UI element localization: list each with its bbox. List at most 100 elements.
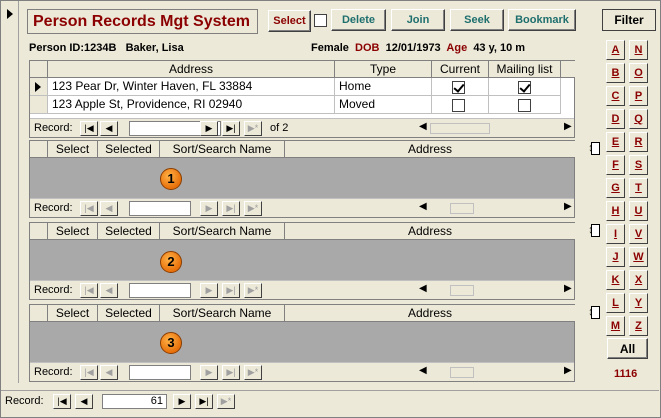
column-header-selected[interactable]: Selected	[98, 223, 160, 240]
scroll-left-icon[interactable]: ◀	[419, 201, 427, 212]
sort-toggle-3[interactable]: ↕	[582, 305, 600, 321]
letter-button-g[interactable]: G	[606, 178, 625, 198]
prev-record-button[interactable]: ◀	[75, 394, 93, 409]
letter-button-l[interactable]: L	[606, 293, 625, 313]
record-number-input[interactable]	[129, 365, 191, 380]
record-number-input[interactable]	[129, 201, 191, 216]
column-header-current[interactable]: Current	[432, 61, 489, 78]
last-record-button[interactable]: ▶|	[195, 394, 213, 409]
letter-button-d[interactable]: D	[606, 109, 625, 129]
letter-button-s[interactable]: S	[629, 155, 648, 175]
address-cell[interactable]: 123 Apple St, Providence, RI 02940	[48, 96, 335, 114]
all-letters-button[interactable]: All	[607, 338, 648, 359]
scroll-left-icon[interactable]: ◀	[419, 365, 427, 376]
letter-button-w[interactable]: W	[629, 247, 648, 267]
sort-toggle-2[interactable]: ↕	[582, 223, 600, 239]
row-selector[interactable]	[30, 96, 48, 114]
prev-record-button[interactable]: ◀	[100, 365, 118, 380]
scroll-right-icon[interactable]: ▶	[564, 283, 572, 294]
column-header-mailing-list[interactable]: Mailing list	[489, 61, 561, 78]
type-cell[interactable]: Home	[335, 78, 432, 96]
letter-button-r[interactable]: R	[629, 132, 648, 152]
letter-button-p[interactable]: P	[629, 86, 648, 106]
prev-record-button[interactable]: ◀	[100, 201, 118, 216]
horizontal-scrollbar[interactable]	[430, 123, 490, 134]
row-selector[interactable]	[30, 78, 48, 96]
mailing-list-checkbox[interactable]	[518, 81, 531, 94]
column-header-select[interactable]: Select	[48, 305, 98, 322]
last-record-button[interactable]: ▶|	[222, 201, 240, 216]
scroll-right-icon[interactable]: ▶	[564, 121, 572, 132]
column-header-selected[interactable]: Selected	[98, 141, 160, 158]
horizontal-scrollbar[interactable]	[450, 203, 474, 214]
sort-toggle-1[interactable]: ↕	[582, 141, 600, 157]
column-header-type[interactable]: Type	[335, 61, 432, 78]
column-header-address[interactable]: Address	[285, 305, 575, 322]
letter-button-i[interactable]: I	[606, 224, 625, 244]
current-checkbox[interactable]	[452, 81, 465, 94]
first-record-button[interactable]: |◀	[80, 121, 98, 136]
letter-button-t[interactable]: T	[629, 178, 648, 198]
letter-button-k[interactable]: K	[606, 270, 625, 290]
record-number-input[interactable]: 61	[102, 394, 167, 409]
first-record-button[interactable]: |◀	[80, 201, 98, 216]
new-record-button[interactable]: ▶*	[244, 201, 262, 216]
letter-button-v[interactable]: V	[629, 224, 648, 244]
record-number-input[interactable]	[129, 283, 191, 298]
letter-button-j[interactable]: J	[606, 247, 625, 267]
seek-button[interactable]: Seek	[450, 9, 504, 31]
scroll-right-icon[interactable]: ▶	[564, 201, 572, 212]
address-cell[interactable]: 123 Pear Dr, Winter Haven, FL 33884	[48, 78, 335, 96]
first-record-button[interactable]: |◀	[80, 365, 98, 380]
column-header-select[interactable]: Select	[48, 141, 98, 158]
scroll-right-icon[interactable]: ▶	[564, 365, 572, 376]
column-header-select[interactable]: Select	[48, 223, 98, 240]
letter-button-z[interactable]: Z	[629, 316, 648, 336]
new-record-button[interactable]: ▶*	[217, 394, 235, 409]
first-record-button[interactable]: |◀	[53, 394, 71, 409]
column-header-address[interactable]: Address	[285, 141, 575, 158]
letter-button-c[interactable]: C	[606, 86, 625, 106]
mailing-list-checkbox[interactable]	[518, 99, 531, 112]
letter-button-m[interactable]: M	[606, 316, 625, 336]
letter-button-e[interactable]: E	[606, 132, 625, 152]
letter-button-b[interactable]: B	[606, 63, 625, 83]
prev-record-button[interactable]: ◀	[100, 283, 118, 298]
column-header-address[interactable]: Address	[285, 223, 575, 240]
next-record-button[interactable]: ▶	[200, 365, 218, 380]
letter-button-q[interactable]: Q	[629, 109, 648, 129]
bookmark-button[interactable]: Bookmark	[508, 9, 576, 31]
current-checkbox[interactable]	[452, 99, 465, 112]
new-record-button[interactable]: ▶*	[244, 365, 262, 380]
column-header-selected[interactable]: Selected	[98, 305, 160, 322]
horizontal-scrollbar[interactable]	[450, 367, 474, 378]
letter-button-a[interactable]: A	[606, 40, 625, 60]
first-record-button[interactable]: |◀	[80, 283, 98, 298]
type-cell[interactable]: Moved	[335, 96, 432, 114]
column-header-address[interactable]: Address	[48, 61, 335, 78]
join-button[interactable]: Join	[391, 9, 445, 31]
select-checkbox[interactable]	[314, 14, 327, 27]
next-record-button[interactable]: ▶	[200, 201, 218, 216]
last-record-button[interactable]: ▶|	[222, 283, 240, 298]
filter-button[interactable]: Filter	[602, 9, 656, 31]
next-record-button[interactable]: ▶	[173, 394, 191, 409]
column-header-sort-search-name[interactable]: Sort/Search Name	[160, 223, 285, 240]
letter-button-o[interactable]: O	[629, 63, 648, 83]
horizontal-scrollbar[interactable]	[450, 285, 474, 296]
letter-button-f[interactable]: F	[606, 155, 625, 175]
letter-button-x[interactable]: X	[629, 270, 648, 290]
next-record-button[interactable]: ▶	[200, 121, 218, 136]
column-header-sort-search-name[interactable]: Sort/Search Name	[160, 141, 285, 158]
letter-button-n[interactable]: N	[629, 40, 648, 60]
column-header-sort-search-name[interactable]: Sort/Search Name	[160, 305, 285, 322]
next-record-button[interactable]: ▶	[200, 283, 218, 298]
letter-button-h[interactable]: H	[606, 201, 625, 221]
new-record-button[interactable]: ▶*	[244, 121, 262, 136]
new-record-button[interactable]: ▶*	[244, 283, 262, 298]
delete-button[interactable]: Delete	[331, 9, 386, 31]
last-record-button[interactable]: ▶|	[222, 121, 240, 136]
scroll-left-icon[interactable]: ◀	[419, 283, 427, 294]
letter-button-y[interactable]: Y	[629, 293, 648, 313]
last-record-button[interactable]: ▶|	[222, 365, 240, 380]
